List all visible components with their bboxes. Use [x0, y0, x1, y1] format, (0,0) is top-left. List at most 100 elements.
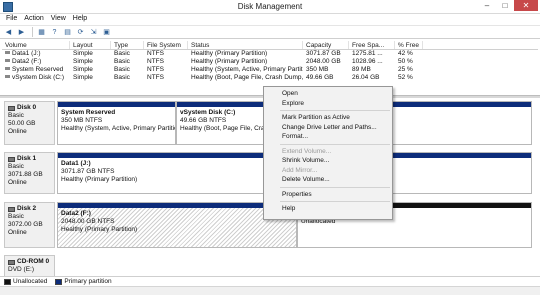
disk-name: CD-ROM 0 [17, 258, 50, 265]
menu-item-mark-active[interactable]: Mark Partition as Active [264, 113, 392, 123]
layout-cell: Simple [73, 74, 93, 81]
back-icon[interactable]: ◀ [3, 27, 14, 37]
column-header-type[interactable]: Type [111, 41, 144, 49]
column-header-file-system[interactable]: File System [144, 41, 188, 49]
volume-name-cell: vSystem Disk (C:) [2, 74, 70, 82]
volume-icon [5, 51, 10, 54]
percent-free-cell: 50 % [398, 58, 413, 65]
partition-name: System Reserved [61, 109, 116, 116]
menu-action[interactable]: Action [22, 14, 48, 25]
column-header-filler [423, 41, 538, 49]
partition-size: 2048.00 GB NTFS [61, 218, 115, 225]
menu-item-help[interactable]: Help [264, 204, 392, 214]
maximize-button[interactable]: □ [496, 0, 514, 11]
menu-item-extend-volume: Extend Volume... [282, 147, 332, 155]
capacity-cell: 49.66 GB [306, 74, 334, 81]
primary-partition-swatch [55, 278, 63, 285]
menu-bar: File Action View Help [0, 14, 540, 25]
menu-file[interactable]: File [4, 14, 22, 25]
disk-label[interactable]: Disk 0 Basic 50.00 GB Online [4, 101, 55, 145]
disk-type: Basic [8, 163, 24, 170]
file-system-cell: NTFS [147, 74, 164, 81]
file-system-cell: NTFS [147, 50, 164, 57]
properties-icon[interactable]: ▤ [62, 27, 73, 37]
column-header-volume[interactable]: Volume [2, 41, 70, 49]
volume-row[interactable]: System Reserved Simple Basic NTFS Health… [2, 66, 538, 74]
type-cell: Basic [114, 66, 130, 73]
volume-icon [5, 59, 10, 62]
free-space-cell: 1028.96 ... [352, 58, 383, 65]
type-cell: Basic [114, 58, 130, 65]
disk-label[interactable]: Disk 2 Basic 3072.00 GB Online [4, 202, 55, 248]
menu-item-format[interactable]: Format... [264, 132, 392, 142]
window-title: Disk Management [237, 2, 303, 11]
column-header-free-space[interactable]: Free Spa... [349, 41, 395, 49]
partition-size: 350 MB NTFS [61, 117, 103, 124]
menu-item-open[interactable]: Open [264, 89, 392, 99]
menu-item-delete-volume[interactable]: Delete Volume... [264, 175, 392, 185]
volume-name-cell: System Reserved [2, 66, 70, 74]
volume-icon [5, 67, 10, 70]
capacity-cell: 350 MB [306, 66, 329, 73]
menu-separator [280, 143, 390, 145]
disk-name: Disk 0 [17, 104, 37, 111]
title-bar: Disk Management – □ ✕ [0, 0, 540, 14]
volume-name: System Reserved [12, 66, 64, 73]
disk-label[interactable]: Disk 1 Basic 3071.88 GB Online [4, 152, 55, 194]
legend-unallocated: Unallocated [13, 278, 48, 285]
status-cell: Healthy (System, Active, Primary Partiti… [191, 66, 303, 73]
volume-list-header: Volume Layout Type File System Status Ca… [2, 41, 538, 50]
menu-item-change-drive-letter[interactable]: Change Drive Letter and Paths... [264, 123, 392, 133]
window-controls: – □ ✕ [478, 0, 538, 12]
capacity-cell: 3071.87 GB [306, 50, 341, 57]
status-cell: Healthy (Boot, Page File, Crash Dump, ..… [191, 74, 303, 81]
status-bar [0, 286, 540, 295]
partition-status: Healthy (Primary Partition) [61, 226, 138, 233]
layout-cell: Simple [73, 50, 93, 57]
disk-size: 50.00 GB [8, 120, 36, 127]
partition-block[interactable]: Data2 (F:) 2048.00 GB NTFS Healthy (Prim… [57, 202, 297, 248]
disk-label[interactable]: CD-ROM 0 DVD (E:) [4, 255, 55, 276]
disk-size: 3072.00 GB [8, 221, 43, 228]
type-cell: Basic [114, 50, 130, 57]
console-tree-icon[interactable]: ▦ [36, 27, 47, 37]
disk-icon [8, 156, 15, 162]
menu-item-properties[interactable]: Properties [264, 190, 392, 200]
close-button[interactable]: ✕ [514, 0, 538, 11]
minimize-button[interactable]: – [478, 0, 496, 11]
volume-row[interactable]: Data1 (J:) Simple Basic NTFS Healthy (Pr… [2, 50, 538, 58]
column-header-capacity[interactable]: Capacity [303, 41, 349, 49]
file-system-cell: NTFS [147, 58, 164, 65]
menu-separator [280, 186, 390, 188]
toolbar: ◀ ▶ ▦ ? ▤ ⟳ ⇲ ▣ [0, 25, 540, 39]
toolbar-divider [32, 27, 33, 37]
menu-item-shrink-volume[interactable]: Shrink Volume... [264, 156, 392, 166]
disk-name: Disk 2 [17, 205, 37, 212]
layout-cell: Simple [73, 58, 93, 65]
percent-free-cell: 25 % [398, 66, 413, 73]
column-header-status[interactable]: Status [188, 41, 303, 49]
legend-primary-partition: Primary partition [64, 278, 112, 285]
disk-type: DVD (E:) [8, 266, 34, 273]
menu-separator [280, 110, 390, 111]
disk-type: Basic [8, 112, 24, 119]
menu-view[interactable]: View [49, 14, 71, 25]
capacity-cell: 2048.00 GB [306, 58, 341, 65]
refresh-icon[interactable]: ⟳ [75, 27, 86, 37]
column-header-percent-free[interactable]: % Free [395, 41, 423, 49]
volume-row[interactable]: vSystem Disk (C:) Simple Basic NTFS Heal… [2, 74, 538, 82]
menu-item-explore[interactable]: Explore [264, 99, 392, 109]
unallocated-swatch [4, 278, 11, 285]
column-header-layout[interactable]: Layout [70, 41, 111, 49]
partition-status: Healthy (System, Active, Primary Partiti… [61, 125, 175, 132]
context-menu: Open Explore Mark Partition as Active Ch… [263, 86, 393, 220]
menu-help[interactable]: Help [71, 14, 92, 25]
free-space-cell: 89 MB [352, 66, 371, 73]
volume-icon [5, 75, 10, 78]
forward-icon[interactable]: ▶ [16, 27, 27, 37]
export-icon[interactable]: ⇲ [88, 27, 99, 37]
help-icon[interactable]: ? [49, 27, 60, 37]
view-icon[interactable]: ▣ [101, 27, 112, 37]
volume-row[interactable]: Data2 (F:) Simple Basic NTFS Healthy (Pr… [2, 58, 538, 66]
partition-block[interactable]: System Reserved 350 MB NTFS Healthy (Sys… [57, 101, 176, 145]
